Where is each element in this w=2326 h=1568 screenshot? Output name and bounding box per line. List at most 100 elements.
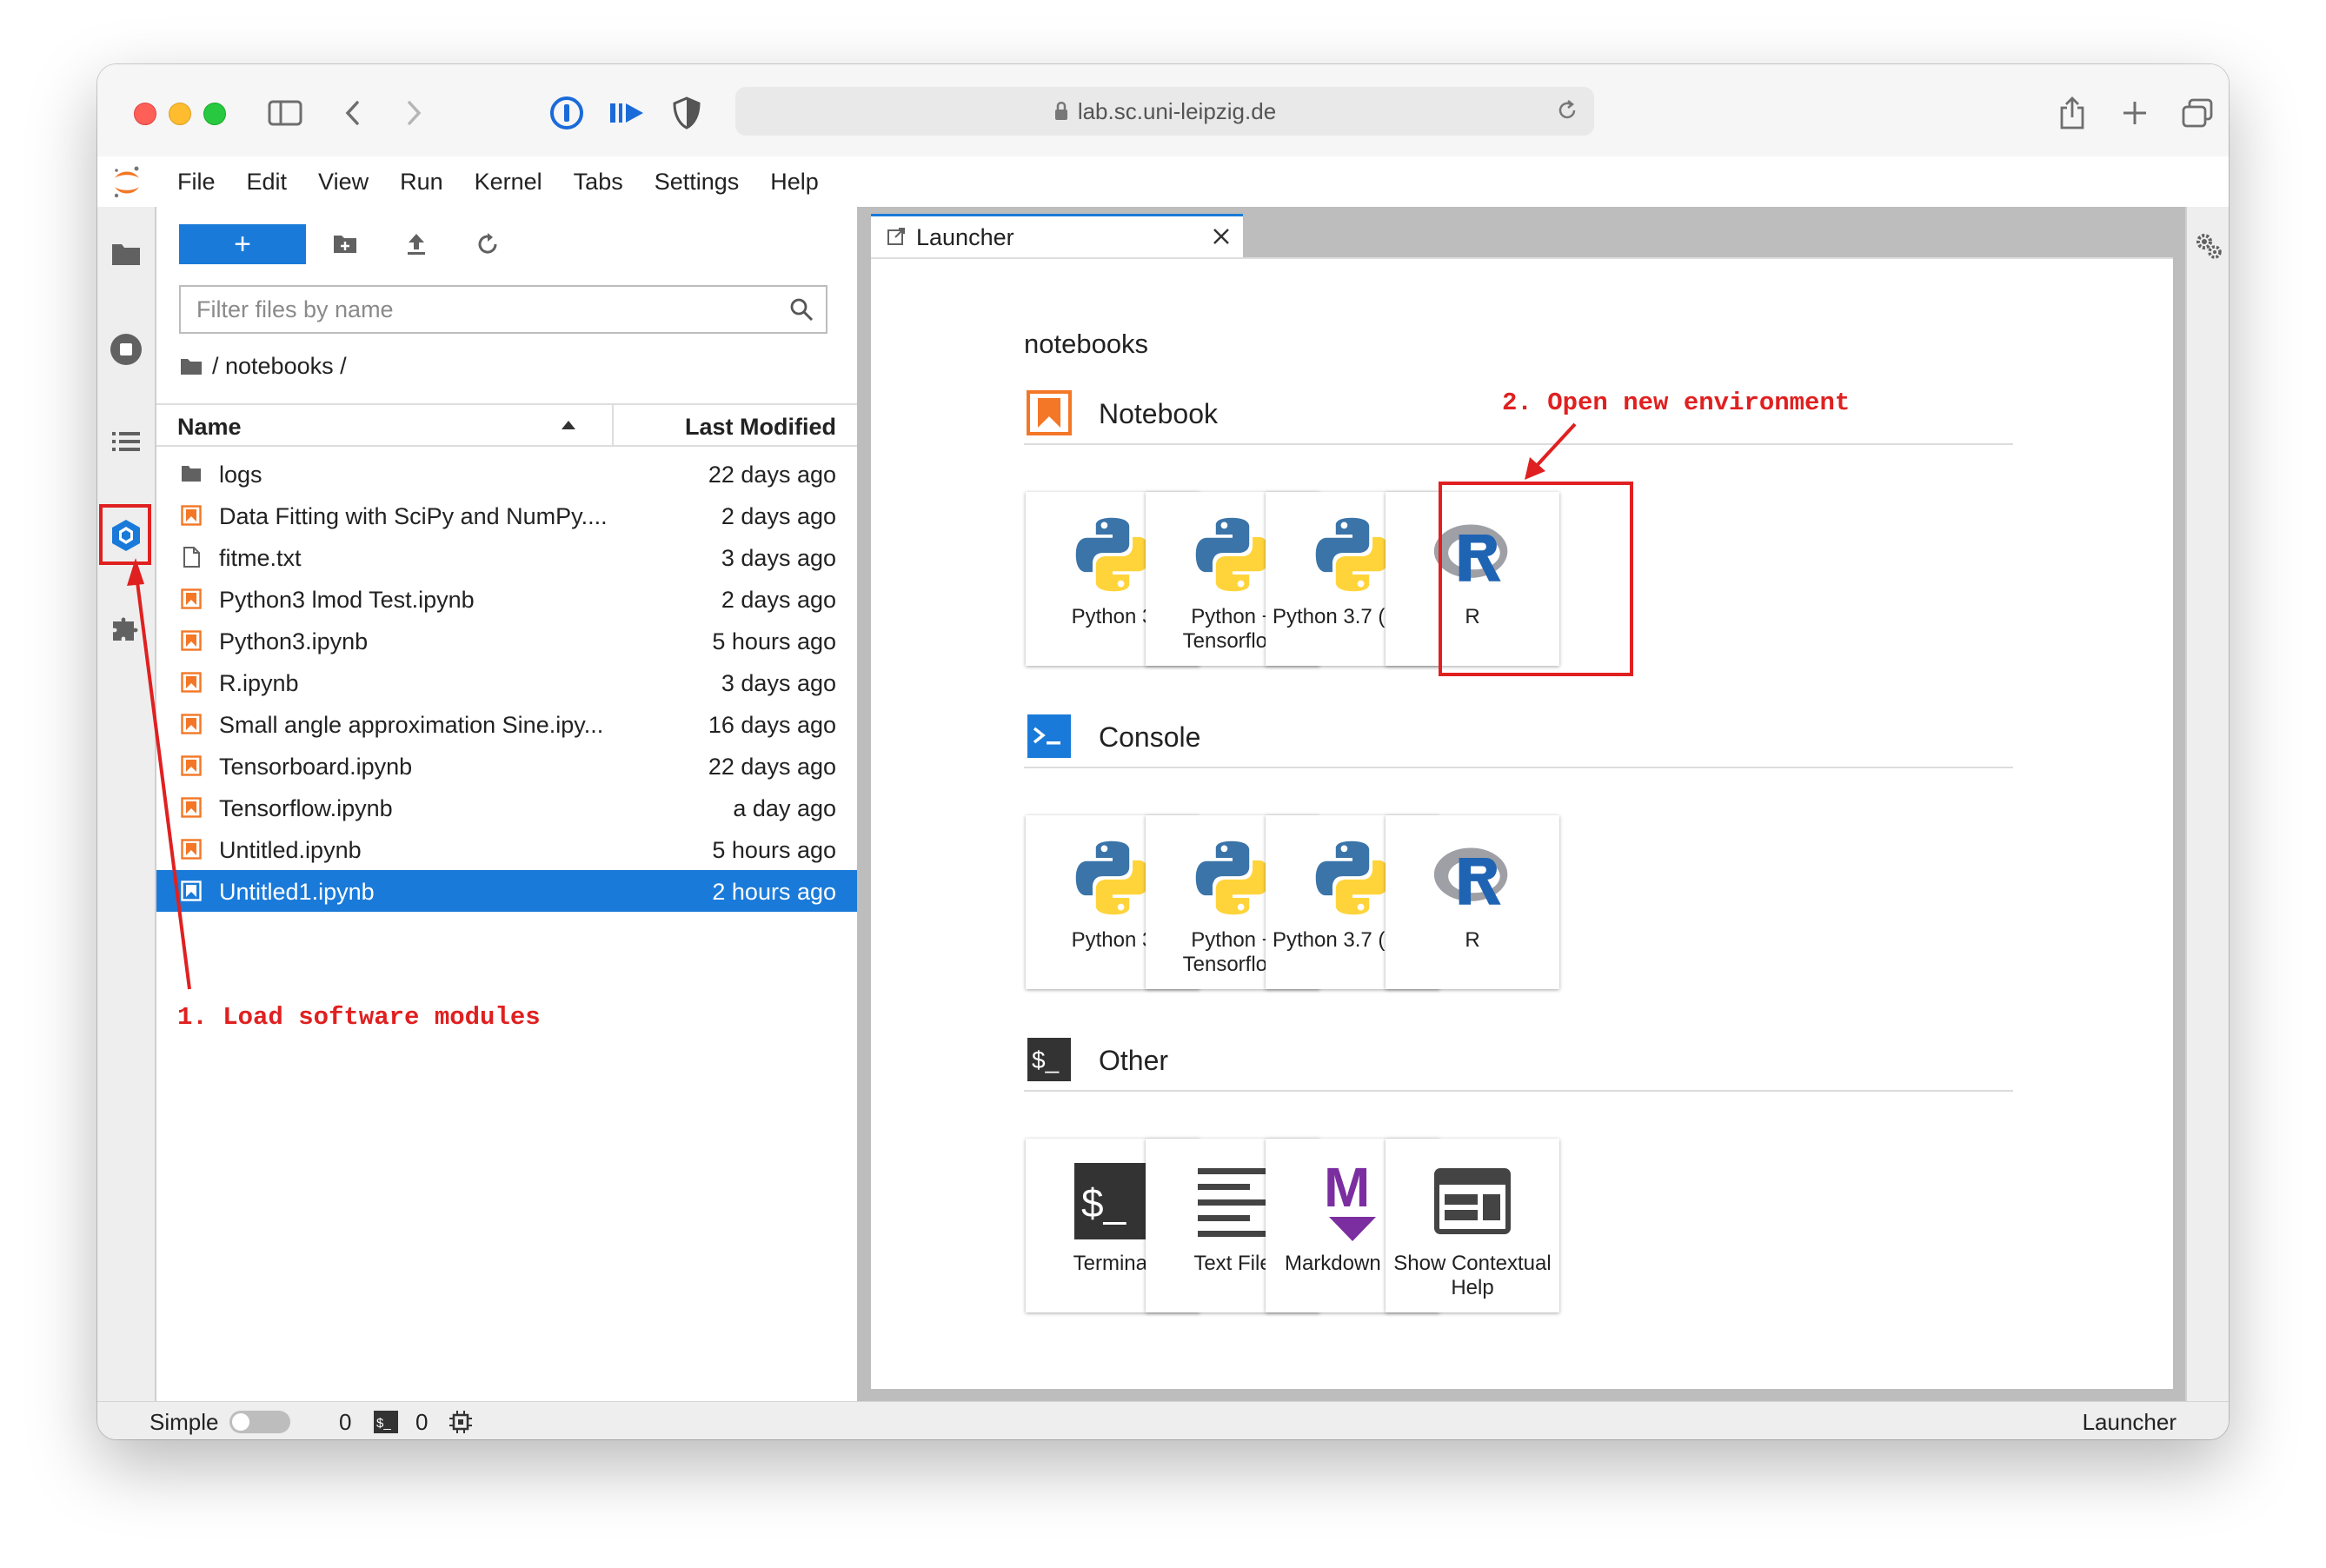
new-tab-icon[interactable] — [2112, 90, 2157, 136]
python37-highlight-box — [1439, 482, 1633, 676]
back-icon[interactable] — [330, 90, 375, 136]
breadcrumb-folder-icon[interactable] — [179, 356, 203, 377]
file-name: fitme.txt — [219, 545, 302, 571]
right-sidebar — [2185, 207, 2229, 1401]
file-modified: 5 hours ago — [712, 837, 836, 863]
property-inspector-gears-icon[interactable] — [2194, 231, 2223, 261]
terminal-status-icon[interactable]: $_ — [374, 1411, 398, 1433]
notebook-file-icon — [181, 880, 202, 901]
media-extension-icon[interactable] — [605, 90, 650, 136]
file-row[interactable]: Tensorboard.ipynb 22 days ago — [156, 745, 857, 787]
file-row[interactable]: Python3.ipynb 5 hours ago — [156, 620, 857, 661]
python-logo — [1189, 511, 1276, 598]
file-modified: 3 days ago — [721, 545, 836, 571]
kernels-count[interactable]: 0 — [339, 1409, 351, 1436]
column-header-name[interactable]: Name — [177, 414, 242, 441]
menu-settings[interactable]: Settings — [655, 169, 740, 196]
status-bar: Simple 0 $_ 0 Launcher — [97, 1401, 2229, 1439]
new-launcher-button[interactable]: + — [179, 224, 306, 264]
breadcrumb-path[interactable]: / notebooks / — [212, 353, 347, 380]
close-window-button[interactable] — [134, 103, 156, 125]
file-modified: 22 days ago — [708, 462, 836, 488]
console-section-label: Console — [1099, 721, 1201, 753]
notebook-file-icon — [181, 672, 202, 693]
file-modified: 2 days ago — [721, 503, 836, 529]
jupyter-menu-bar: File Edit View Run Kernel Tabs Settings … — [97, 156, 2229, 208]
file-row[interactable]: Data Fitting with SciPy and NumPy.... 2 d… — [156, 495, 857, 536]
markdown-icon: M — [1309, 1158, 1396, 1245]
menu-kernel[interactable]: Kernel — [475, 169, 542, 196]
other-card-show-contextual-help[interactable]: Show Contextual Help — [1386, 1139, 1559, 1312]
text-file-icon — [1189, 1158, 1276, 1245]
file-modified: 5 hours ago — [712, 628, 836, 654]
forward-icon[interactable] — [391, 90, 436, 136]
file-row[interactable]: logs 22 days ago — [156, 453, 857, 495]
running-kernels-stop-icon[interactable] — [105, 329, 147, 370]
column-header-last-modified[interactable]: Last Modified — [685, 414, 836, 441]
privacy-shield-icon[interactable] — [664, 90, 709, 136]
notebook-file-icon — [181, 839, 202, 860]
menu-view[interactable]: View — [318, 169, 369, 196]
other-section-icon: $_ — [1027, 1038, 1071, 1081]
terminals-count[interactable]: 0 — [415, 1409, 428, 1436]
password-manager-icon[interactable] — [544, 90, 589, 136]
file-browser-folder-icon[interactable] — [105, 233, 147, 275]
other-section-label: Other — [1099, 1045, 1169, 1076]
address-bar[interactable]: lab.sc.uni-leipzig.de — [735, 87, 1594, 136]
new-folder-icon[interactable] — [323, 224, 367, 264]
column-divider[interactable] — [612, 405, 614, 445]
file-row[interactable]: Python3 lmod Test.ipynb 2 days ago — [156, 578, 857, 620]
menu-file[interactable]: File — [177, 169, 216, 196]
annotation-load-modules: 1. Load software modules — [177, 1003, 541, 1032]
close-tab-icon[interactable] — [1212, 227, 1231, 246]
extension-manager-puzzle-icon[interactable] — [105, 607, 147, 648]
menu-help[interactable]: Help — [770, 169, 819, 196]
upload-icon[interactable] — [395, 224, 438, 264]
file-modified: 22 days ago — [708, 754, 836, 780]
tab-launcher[interactable]: Launcher — [871, 214, 1243, 259]
software-modules-highlight-box — [99, 504, 151, 565]
file-row[interactable]: R.ipynb 3 days ago — [156, 661, 857, 703]
table-of-contents-list-icon[interactable] — [105, 421, 147, 462]
menu-edit[interactable]: Edit — [247, 169, 288, 196]
file-filter-input[interactable]: Filter files by name — [179, 285, 827, 334]
reload-icon[interactable] — [1556, 99, 1578, 122]
python-logo — [1069, 511, 1156, 598]
file-name: R.ipynb — [219, 670, 299, 696]
launcher-folder-title: notebooks — [1024, 329, 1149, 359]
toggle-knob — [232, 1413, 249, 1431]
maximize-window-button[interactable] — [203, 103, 226, 125]
menu-tabs[interactable]: Tabs — [574, 169, 623, 196]
file-row[interactable]: Untitled.ipynb 5 hours ago — [156, 828, 857, 870]
file-row[interactable]: Untitled1.ipynb 2 hours ago — [156, 870, 857, 912]
notebook-file-icon — [181, 630, 202, 651]
sort-ascending-icon[interactable] — [562, 421, 575, 429]
python-logo — [1309, 834, 1396, 921]
share-icon[interactable] — [2050, 90, 2095, 136]
menu-run[interactable]: Run — [400, 169, 443, 196]
file-row[interactable]: Tensorflow.ipynb a day ago — [156, 787, 857, 828]
file-row[interactable]: Small angle approximation Sine.ipy... 16 … — [156, 703, 857, 745]
text-file-icon — [181, 547, 202, 568]
file-browser-panel: + Filter files by name / notebooks / Nam… — [156, 207, 869, 1401]
kernel-activity-chip-icon[interactable] — [449, 1410, 473, 1434]
svg-text:M: M — [1324, 1159, 1370, 1219]
lock-icon — [1053, 101, 1069, 122]
simple-mode-toggle[interactable] — [229, 1411, 290, 1433]
file-row[interactable]: fitme.txt 3 days ago — [156, 536, 857, 578]
search-icon — [789, 297, 814, 322]
notebook-file-icon — [181, 797, 202, 818]
file-modified: 2 hours ago — [712, 879, 836, 905]
sidebar-toggle-icon[interactable] — [263, 90, 308, 136]
console-card-r[interactable]: R — [1386, 815, 1559, 989]
tab-overview-icon[interactable] — [2175, 90, 2220, 136]
svg-text:$_: $_ — [1032, 1046, 1060, 1073]
refresh-icon[interactable] — [466, 224, 509, 264]
python-logo — [1309, 511, 1396, 598]
file-name: Python3 lmod Test.ipynb — [219, 587, 475, 613]
minimize-window-button[interactable] — [169, 103, 191, 125]
launcher-tab-icon — [887, 227, 906, 246]
launcher-panel: notebooks Notebook Python 3 Python + Tens… — [871, 257, 2173, 1389]
file-list-header: Name Last Modified — [156, 403, 857, 447]
main-work-area: Launcher notebooks Notebook Python 3 Pyth… — [857, 207, 2187, 1401]
